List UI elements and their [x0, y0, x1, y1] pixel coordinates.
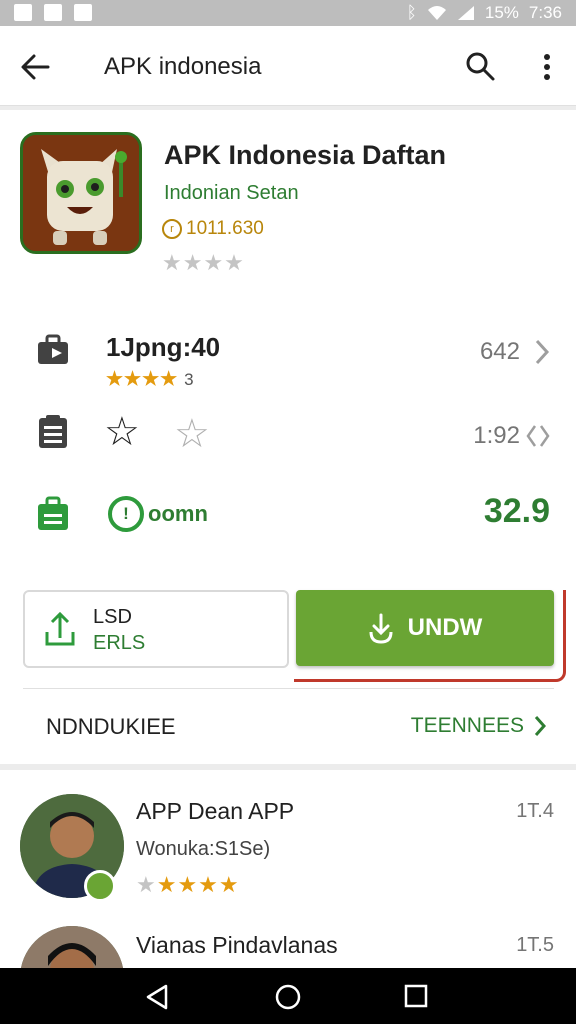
code-brackets-icon[interactable]: [526, 422, 550, 450]
review-subtitle: Wonuka:S1Se): [136, 838, 271, 860]
notification-icons: [14, 4, 92, 21]
signal-icon: [457, 6, 474, 20]
nav-back-icon[interactable]: [144, 984, 170, 1010]
clipboard-icon: [39, 415, 67, 448]
bag-icon: [38, 496, 68, 530]
info-row-price[interactable]: ! oomn 32.9: [0, 492, 576, 572]
bluetooth-icon: ᛒ: [406, 3, 417, 22]
review-stars: ★★★★★: [136, 872, 240, 898]
mascot-icon: [23, 135, 139, 251]
share-upload-icon: [45, 611, 75, 646]
search-icon[interactable]: [464, 50, 496, 82]
chevron-right-icon: [534, 716, 546, 736]
battery-text: 15%: [484, 3, 519, 22]
star-outline-icon[interactable]: ☆: [174, 414, 210, 454]
app-notification-icon: [74, 4, 92, 21]
back-arrow-icon[interactable]: [18, 50, 52, 84]
info-row-stars: ★★★★ 3: [106, 368, 195, 391]
review-date: 1T.5: [516, 934, 554, 956]
info-row-rating[interactable]: 1Jpng:40 ★★★★ 3 642: [0, 324, 576, 404]
review-title: Vianas Pindavlanas: [136, 932, 338, 958]
nav-recents-icon[interactable]: [404, 984, 428, 1008]
briefcase-icon: [38, 334, 68, 364]
coin-ring-icon: !: [108, 496, 144, 532]
app-meta-value: 1011.630: [186, 218, 264, 239]
app-icon[interactable]: [20, 132, 142, 254]
app-meta: r 1011.630: [162, 218, 264, 240]
verified-badge-icon: [84, 870, 116, 902]
reviews-card: APP Dean APP Wonuka:S1Se) ★★★★★ 1T.4 Via…: [0, 770, 576, 968]
search-input[interactable]: APK indonesia: [104, 53, 261, 81]
nav-home-icon[interactable]: [275, 984, 301, 1010]
person-avatar-image: [20, 926, 124, 968]
gallery-notification-icon: [44, 4, 62, 21]
status-bar: ᛒ 15% 7:36: [0, 0, 576, 26]
info-row-stars-glyphs: ★★★★: [106, 369, 179, 390]
divider: [23, 688, 554, 689]
rating-count: 3: [184, 370, 195, 389]
coin-badge: ! oomn: [108, 496, 208, 532]
info-row-label: 1Jpng:40: [106, 332, 221, 362]
secondary-button-line1: LSD: [93, 606, 132, 628]
review-date: 1T.4: [516, 800, 554, 822]
chevron-right-icon[interactable]: [534, 338, 550, 366]
app-title: APK Indonesia Daftan: [164, 140, 447, 170]
section-more-link[interactable]: TEENNEES: [411, 714, 546, 738]
install-button[interactable]: UNDW: [296, 590, 554, 666]
app-developer[interactable]: Indonian Setan: [164, 182, 299, 205]
info-row-value: 642: [479, 338, 520, 365]
review-star-empty: ★: [136, 872, 157, 897]
more-options-icon[interactable]: [537, 52, 557, 82]
secondary-action-button[interactable]: LSD ERLS: [23, 590, 289, 668]
app-rating-stars: ★★★★: [162, 250, 245, 275]
info-row-favorite[interactable]: ☆ ☆ 1:92: [0, 408, 576, 488]
star-filled-icon[interactable]: ☆: [104, 412, 140, 452]
app-details-card: APK Indonesia Daftan Indonian Setan r 10…: [0, 110, 576, 764]
install-button-label: UNDW: [407, 614, 483, 641]
price-value: 32.9: [483, 492, 550, 530]
image-notification-icon: [14, 4, 32, 21]
coin-badge-text: oomn: [148, 501, 208, 526]
info-row-value: 1:92: [473, 422, 520, 449]
clock: 7:36: [528, 3, 562, 22]
avatar[interactable]: [20, 926, 124, 968]
wifi-icon: [427, 6, 446, 20]
system-icons: ᛒ 15% 7:36: [407, 3, 562, 23]
secondary-button-line2: ERLS: [93, 632, 146, 654]
review-title: APP Dean APP: [136, 798, 295, 824]
section-title: NDNDUKIEE: [46, 714, 176, 739]
section-link-label: TEENNEES: [410, 714, 524, 737]
navigation-bar: [0, 968, 576, 1024]
review-stars-filled: ★★★★: [156, 872, 240, 897]
search-bar: APK indonesia: [0, 26, 576, 106]
coin-icon: r: [162, 219, 182, 239]
download-icon: [369, 613, 393, 644]
